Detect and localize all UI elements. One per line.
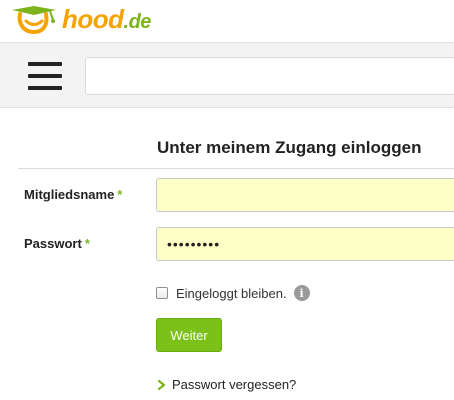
remember-me-checkbox[interactable]	[156, 287, 168, 299]
password-label-text: Passwort	[24, 236, 82, 251]
remember-me-label[interactable]: Eingeloggt bleiben.	[176, 286, 287, 301]
login-title: Unter meinem Zugang einloggen	[157, 138, 422, 157]
chevron-right-icon	[157, 379, 166, 390]
divider	[18, 168, 454, 169]
search-input[interactable]	[85, 57, 454, 95]
hood-logo[interactable]: hood.de	[6, 4, 151, 36]
hamburger-menu-icon[interactable]	[28, 61, 62, 91]
navigation-bar	[0, 42, 454, 108]
username-field[interactable]	[156, 178, 454, 212]
forgot-password-link[interactable]: Passwort vergessen?	[156, 377, 296, 392]
remember-me-row: Eingeloggt bleiben. i	[156, 285, 310, 301]
password-field[interactable]	[156, 227, 454, 261]
forgot-password-label[interactable]: Passwort vergessen?	[172, 377, 296, 392]
info-icon[interactable]: i	[293, 285, 310, 301]
required-marker: *	[84, 236, 90, 251]
logo-tld: .de	[123, 10, 152, 33]
logo-text: hood.de	[62, 3, 152, 34]
header: hood.de	[0, 0, 454, 42]
required-marker: *	[117, 187, 123, 202]
password-label: Passwort *	[24, 236, 90, 251]
username-label: Mitgliedsname *	[24, 187, 122, 202]
username-label-text: Mitgliedsname	[24, 187, 115, 202]
hood-logo-icon	[12, 6, 56, 35]
submit-button[interactable]: Weiter	[156, 318, 222, 352]
